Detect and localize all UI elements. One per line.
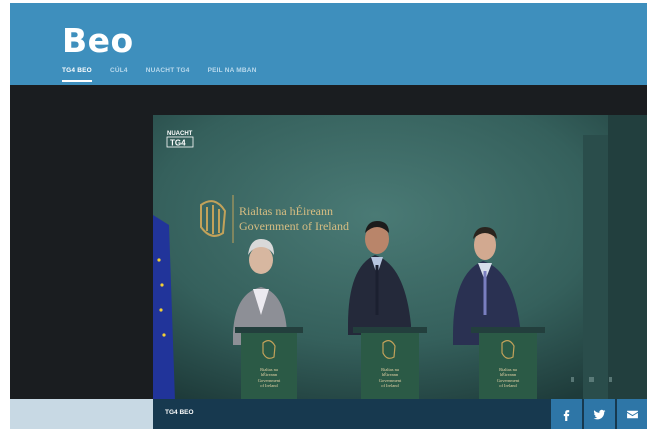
player-title: TG4 BEO: [165, 409, 194, 416]
player-info-bar: TG4 BEO: [153, 399, 647, 429]
nav-item-nuacht-tg4[interactable]: NUACHT TG4: [146, 67, 190, 82]
facebook-icon: [563, 409, 570, 421]
bottom-left-panel: [10, 399, 153, 429]
twitter-icon: [593, 409, 606, 419]
video-player[interactable]: Rialtas na hÉireann Government of Irelan…: [153, 115, 647, 401]
email-share-button[interactable]: [617, 399, 647, 429]
email-icon: [627, 410, 638, 418]
backdrop-panel-right: [608, 115, 647, 401]
podium-text-2: hÉireann: [261, 372, 278, 377]
nav-item-cul4[interactable]: CÚL4: [110, 67, 128, 82]
nav-item-peil-na-mban[interactable]: PEIL NA MBAN: [208, 67, 257, 82]
podium-text-2: hÉireann: [382, 372, 399, 377]
podium-text-4: of Ireland: [499, 383, 517, 388]
backdrop-english-text: Government of Ireland: [239, 219, 349, 233]
app-frame: Beo TG4 BEO CÚL4 NUACHT TG4 PEIL NA MBAN: [10, 3, 647, 429]
podium-left: Rialtas na hÉireann Government of Irelan…: [235, 327, 303, 401]
podium-text-4: of Ireland: [381, 383, 399, 388]
podium-text-4: of Ireland: [260, 383, 278, 388]
site-logo[interactable]: Beo: [62, 21, 134, 60]
twitter-share-button[interactable]: [584, 399, 615, 429]
watermark-bottom: TG4: [170, 139, 186, 148]
podium-text-2: hÉireann: [500, 372, 517, 377]
main-nav: TG4 BEO CÚL4 NUACHT TG4 PEIL NA MBAN: [62, 67, 257, 82]
video-frame: Rialtas na hÉireann Government of Irelan…: [153, 115, 647, 401]
podium-middle: Rialtas na hÉireann Government of Irelan…: [353, 327, 427, 401]
nav-item-tg4-beo[interactable]: TG4 BEO: [62, 67, 92, 82]
watermark-top: NUACHT: [167, 131, 193, 137]
facebook-share-button[interactable]: [551, 399, 582, 429]
site-header: Beo TG4 BEO CÚL4 NUACHT TG4 PEIL NA MBAN: [10, 3, 647, 85]
backdrop-irish-text: Rialtas na hÉireann: [239, 204, 333, 218]
podium-right: Rialtas na hÉireann Government of Irelan…: [471, 327, 545, 401]
